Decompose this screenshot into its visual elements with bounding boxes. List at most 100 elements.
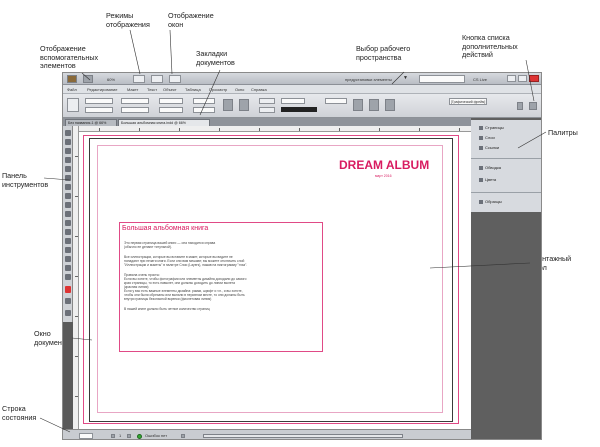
status-zoom-field[interactable] [79,433,93,439]
align-icon[interactable] [385,99,395,111]
note-tool-icon[interactable] [65,247,71,253]
height-field[interactable] [121,107,149,113]
ruler-tick [75,196,78,197]
h-scrollbar[interactable] [203,434,403,438]
menu-object[interactable]: Объект [163,87,177,92]
ruler-tick [379,128,380,131]
brand-title[interactable]: DREAM ALBUM [339,158,429,172]
panel-swatches[interactable]: Образцы [477,198,502,206]
stroke-icon [479,166,483,170]
fill-stroke-icon[interactable] [65,286,71,293]
panel-links[interactable]: Ссылки [477,144,499,152]
gap-tool-icon[interactable] [65,157,71,163]
rectangle-tool-icon[interactable] [65,211,71,217]
preflight-menu-icon[interactable] [181,434,185,438]
scale-x-field[interactable] [159,98,183,104]
callout-status-bar: Строка состояния [2,404,37,422]
ruler-tick [75,316,78,317]
status-page-field[interactable]: 1 [119,433,121,438]
ruler-tick [75,356,78,357]
line-tool-icon[interactable] [65,175,71,181]
next-page-icon[interactable] [127,434,131,438]
extra-actions-icon[interactable] [529,102,537,110]
panel-color[interactable]: Цвета [477,176,496,184]
brand-subtitle[interactable]: март 2016 [375,174,392,178]
body-line: В нашей книге должно быть четное количес… [124,307,210,311]
fill-swatch[interactable] [259,98,275,104]
screen-mode-icon[interactable] [65,310,71,316]
scale-y-field[interactable] [159,107,183,113]
maximize-button[interactable] [518,75,527,82]
menu-type[interactable]: Текст [147,87,157,92]
pen-tool-icon[interactable] [65,184,71,190]
menu-table[interactable]: Таблица [185,87,201,92]
menu-window[interactable]: Окно [235,87,244,92]
menu-layout[interactable]: Макет [127,87,138,92]
shear-field[interactable] [193,107,215,113]
type-tool-icon[interactable] [65,166,71,172]
gradient-tool-icon[interactable] [65,238,71,244]
width-field[interactable] [121,98,149,104]
control-panel: [Графический фрейм] [63,94,541,118]
chevron-down-icon[interactable]: ▼ [403,76,408,81]
apply-color-icon[interactable] [65,298,71,304]
effects-icon[interactable] [353,99,363,111]
bridge-button[interactable] [83,75,93,83]
selection-tool-icon[interactable] [65,130,71,136]
stroke-weight-field[interactable] [281,98,305,104]
object-style-select[interactable]: [Графический фрейм] [449,98,487,105]
scissors-tool-icon[interactable] [65,220,71,226]
links-icon [479,146,483,150]
stroke-type-select[interactable] [281,107,317,112]
opacity-field[interactable] [325,98,347,104]
panel-swatches-label: Образцы [485,199,502,204]
menu-view[interactable]: Просмотр [209,87,227,92]
preflight-ok-icon [137,434,142,439]
document-canvas[interactable]: DREAM ALBUM март 2016 Большая альбомная … [79,132,471,429]
reference-point-icon[interactable] [67,98,79,112]
select-container-icon[interactable] [239,99,249,111]
flip-icon[interactable] [223,99,233,111]
indesign-window: 60% предустановки элементы ▼ CS Live Фай… [62,72,542,440]
tab-untitled[interactable]: Без названия-1 @ 66% [65,119,117,126]
y-field[interactable] [85,107,113,113]
panel-layers[interactable]: Слои [477,134,495,142]
ruler-tick [139,128,140,131]
cs-live-button[interactable]: CS Live [473,77,487,82]
minimize-button[interactable] [507,75,516,82]
menu-help[interactable]: Справка [251,87,267,92]
screen-mode-button[interactable] [151,75,163,83]
stroke-swatch[interactable] [259,107,275,113]
text-wrap-icon[interactable] [369,99,379,111]
search-input[interactable] [419,75,465,83]
direct-selection-tool-icon[interactable] [65,139,71,145]
menu-file[interactable]: Файл [67,87,77,92]
workspace-select[interactable]: предустановки элементы [345,77,392,82]
color-icon [479,178,483,182]
rectangle-frame-tool-icon[interactable] [65,202,71,208]
panel-options-icon[interactable] [517,102,523,110]
close-button[interactable] [529,75,539,82]
x-field[interactable] [85,98,113,104]
free-transform-tool-icon[interactable] [65,229,71,235]
panel-pages[interactable]: Страницы [477,124,504,132]
layers-icon [479,136,483,140]
pencil-tool-icon[interactable] [65,193,71,199]
panel-links-label: Ссылки [485,145,500,150]
hand-tool-icon[interactable] [65,265,71,271]
view-options-button[interactable] [133,75,145,83]
rotate-field[interactable] [193,98,215,104]
tab-album-book[interactable]: Большая альбомная книга.indd @ 66% [118,119,210,126]
status-text: Ошибок нет [145,433,168,438]
page-tool-icon[interactable] [65,148,71,154]
object-style-label: [Графический фрейм] [451,100,486,104]
callout-palettes: Палитры [548,128,578,137]
eyedropper-tool-icon[interactable] [65,256,71,262]
text-frame[interactable]: Большая альбомная книга Это первая стран… [119,222,323,352]
arrange-documents-button[interactable] [169,75,181,83]
first-page-icon[interactable] [111,434,115,438]
menu-edit[interactable]: Редактирование [87,87,117,92]
panel-stroke[interactable]: Обводка [477,164,501,172]
zoom-level[interactable]: 60% [107,77,115,82]
zoom-tool-icon[interactable] [65,274,71,280]
